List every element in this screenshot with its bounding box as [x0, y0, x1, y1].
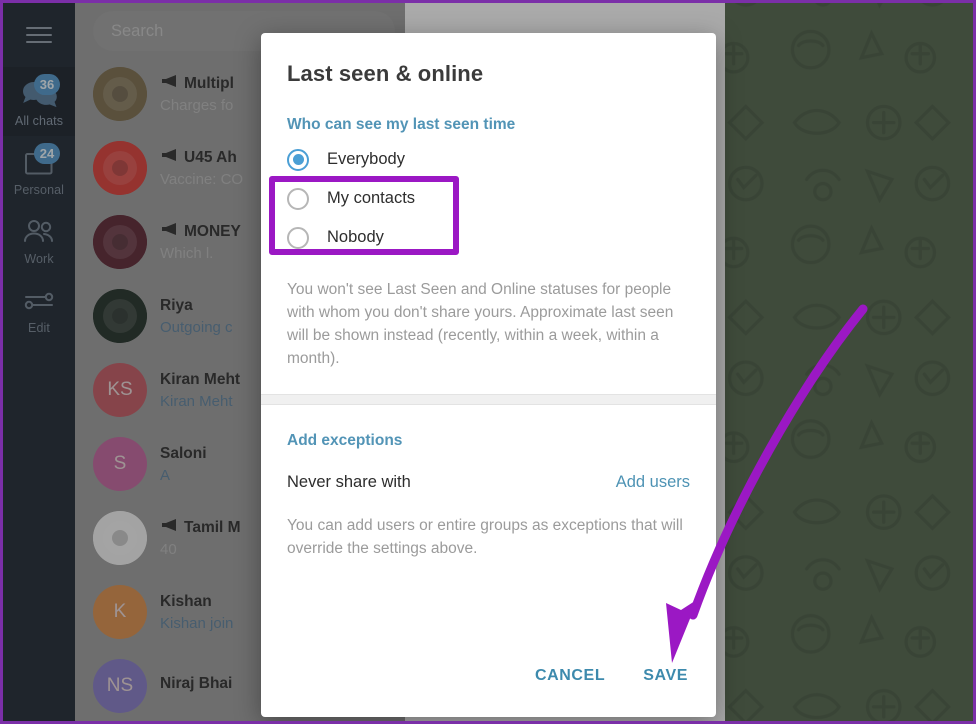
- never-share-with-label: Never share with: [287, 473, 411, 491]
- screenshot-root: 36 All chats 24 Personal Work Edit Searc…: [0, 0, 976, 724]
- last-seen-dialog: Last seen & online Who can see my last s…: [261, 33, 716, 717]
- radio-label-my-contacts: My contacts: [327, 189, 416, 207]
- cancel-button[interactable]: CANCEL: [533, 663, 607, 689]
- radio-indicator-everybody[interactable]: [287, 148, 309, 171]
- add-users-button[interactable]: Add users: [616, 473, 690, 492]
- radio-option-my-contacts[interactable]: My contacts: [287, 179, 690, 218]
- last-seen-radio-group: Everybody My contacts Nobody: [269, 140, 690, 257]
- exceptions-heading: Add exceptions: [287, 432, 403, 449]
- last-seen-note: You won't see Last Seen and Online statu…: [287, 281, 674, 367]
- radio-indicator-nobody[interactable]: [287, 226, 309, 249]
- radio-indicator-my-contacts[interactable]: [287, 187, 309, 210]
- last-seen-section: Who can see my last seen time Everybody …: [261, 87, 716, 394]
- dialog-section-divider: [261, 394, 716, 405]
- radio-option-everybody[interactable]: Everybody: [287, 140, 690, 179]
- exceptions-section: Add exceptions Never share with Add user…: [261, 405, 716, 560]
- last-seen-section-heading: Who can see my last seen time: [287, 116, 516, 133]
- save-button[interactable]: SAVE: [641, 663, 690, 689]
- radio-label-nobody: Nobody: [327, 228, 384, 246]
- radio-option-nobody[interactable]: Nobody: [287, 218, 690, 257]
- dialog-spacer: [261, 560, 716, 663]
- dialog-title: Last seen & online: [287, 61, 484, 86]
- radio-label-everybody: Everybody: [327, 150, 405, 168]
- exceptions-note: You can add users or entire groups as ex…: [287, 517, 683, 557]
- never-share-with-row: Never share with Add users: [287, 473, 690, 492]
- dialog-actions: CANCEL SAVE: [261, 663, 716, 717]
